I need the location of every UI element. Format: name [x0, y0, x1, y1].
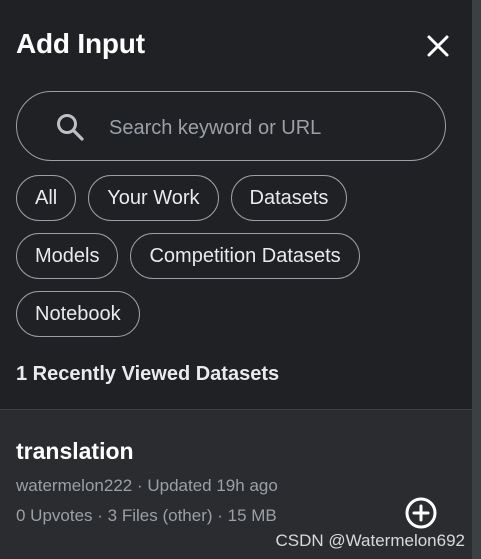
close-icon: [427, 35, 449, 57]
search-input[interactable]: [107, 110, 431, 146]
close-button[interactable]: [424, 32, 452, 60]
chip-notebook[interactable]: Notebook: [16, 291, 140, 337]
dataset-size: 15 MB: [227, 506, 277, 525]
dataset-stats: 0 Upvotes · 3 Files (other) · 15 MB: [16, 506, 277, 526]
dataset-meta: watermelon222 · Updated 19h ago: [16, 476, 278, 496]
dataset-upvotes: 0 Upvotes: [16, 506, 93, 525]
chip-all[interactable]: All: [16, 175, 77, 221]
dataset-files: 3 Files (other): [107, 506, 213, 525]
stats-separator: ·: [212, 506, 228, 525]
chip-your-work[interactable]: Your Work: [88, 175, 219, 221]
watermark: CSDN @Watermelon692: [275, 531, 465, 550]
add-dataset-button[interactable]: [404, 496, 438, 530]
add-input-panel: Add Input All Your Work Datasets Models …: [0, 0, 472, 559]
search-box[interactable]: [16, 91, 446, 161]
scrollbar-track[interactable]: [472, 0, 481, 559]
stats-separator: ·: [92, 506, 108, 525]
chip-row: All Your Work Datasets: [16, 175, 456, 221]
search-icon: [57, 114, 84, 141]
chip-row: Notebook: [16, 291, 456, 337]
chip-models[interactable]: Models: [16, 233, 119, 279]
add-circle-icon: [405, 497, 437, 529]
recent-heading: 1 Recently Viewed Datasets: [16, 363, 280, 385]
dataset-owner: watermelon222: [16, 476, 133, 495]
dataset-updated: Updated 19h ago: [147, 476, 278, 495]
panel-header: Add Input: [16, 24, 456, 68]
panel-title: Add Input: [16, 28, 145, 59]
dataset-name: translation: [16, 438, 134, 464]
filter-chips: All Your Work Datasets Models Competitio…: [16, 175, 456, 349]
chip-row: Models Competition Datasets: [16, 233, 456, 279]
meta-separator: ·: [132, 476, 148, 495]
chip-datasets[interactable]: Datasets: [230, 175, 348, 221]
chip-competition-datasets[interactable]: Competition Datasets: [130, 233, 360, 279]
